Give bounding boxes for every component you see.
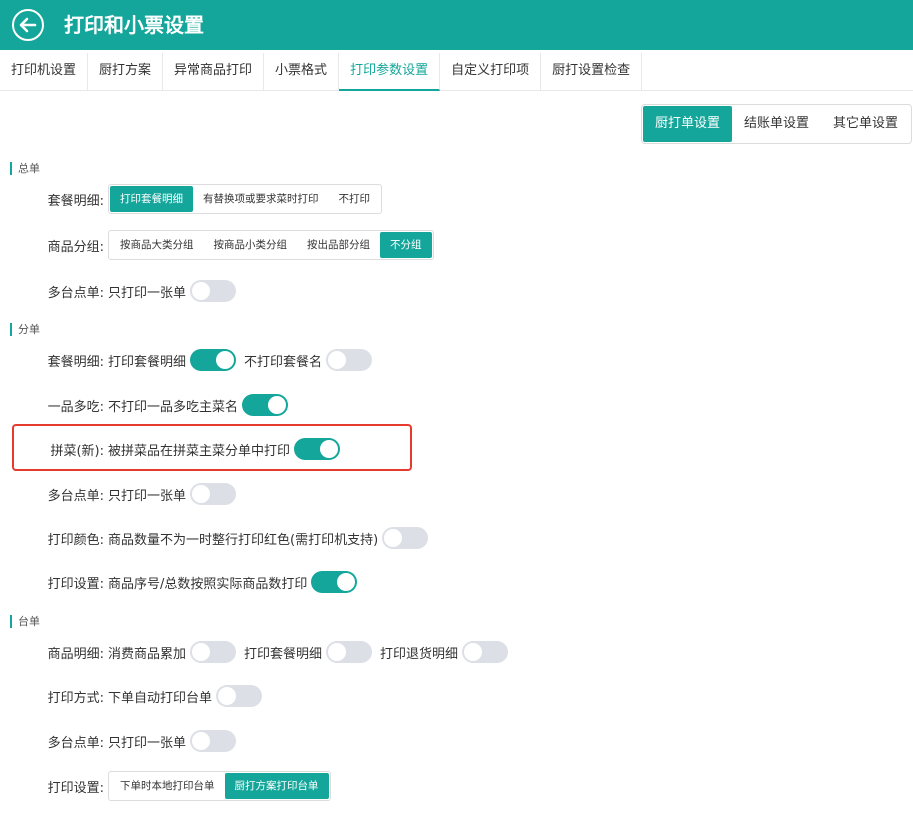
option-text: 被拼菜品在拼菜主菜分单中打印 [108,443,291,459]
subtab-checkout[interactable]: 结账单设置 [732,106,821,142]
row-taidan-print-setting: 打印设置: 下单时本地打印台单 厨打方案打印台单 [0,771,331,801]
row-label: 打印设置: [47,576,104,592]
tab-custom-items[interactable]: 自定义打印项 [440,53,542,91]
print-color-toggle[interactable] [382,527,429,549]
tab-kitchen-check[interactable]: 厨打设置检查 [541,53,643,91]
group-option-minor-category[interactable]: 按商品小类分组 [204,232,298,258]
row-fendan-pincai: 拼菜(新): 被拼菜品在拼菜主菜分单中打印 [0,434,348,464]
group-option-major-category[interactable]: 按商品大类分组 [110,232,204,258]
print-combo-detail-toggle[interactable] [190,349,237,371]
group-option-no-group[interactable]: 不分组 [380,232,432,258]
pincai-toggle[interactable] [294,438,341,460]
print-return-detail-toggle[interactable] [462,641,509,663]
option-text: 不打印一品多吃主菜名 [108,399,239,415]
option-text: 商品数量不为一时整行打印红色(需打印机支持) [108,532,379,548]
row-label: 多台点单: [47,735,104,751]
tab-kitchen-plan[interactable]: 厨打方案 [88,53,164,91]
one-item-multi-toggle[interactable] [242,394,289,416]
sub-tabs: 厨打单设置 结账单设置 其它单设置 [641,104,913,144]
option-text: 商品序号/总数按照实际商品数打印 [108,576,308,592]
option-local-print[interactable]: 下单时本地打印台单 [110,773,225,799]
tab-abnormal-print[interactable]: 异常商品打印 [163,53,265,91]
back-arrow-icon[interactable] [12,9,44,41]
row-label: 套餐明细: [47,354,104,370]
main-tabs: 打印机设置 厨打方案 异常商品打印 小票格式 打印参数设置 自定义打印项 厨打设… [0,53,913,91]
auto-print-toggle[interactable] [216,685,263,707]
multi-table-toggle[interactable] [190,730,237,752]
page-title: 打印和小票设置 [64,13,204,37]
app-header: 打印和小票设置 [0,0,913,50]
row-fendan-print-setting: 打印设置: 商品序号/总数按照实际商品数打印 [0,567,365,597]
row-label: 拼菜(新): [50,443,104,459]
row-label: 打印方式: [47,690,104,706]
actual-count-toggle[interactable] [311,571,358,593]
option-text: 只打印一张单 [108,735,187,751]
group-option-output-dept[interactable]: 按出品部分组 [297,232,380,258]
option-text: 只打印一张单 [108,488,187,504]
row-zongdan-combo-detail: 套餐明细: 打印套餐明细 有替换项或要求菜时打印 不打印 [0,184,382,214]
row-taidan-print-mode: 打印方式: 下单自动打印台单 [0,681,270,711]
row-label: 商品分组: [47,239,104,255]
tab-receipt-format[interactable]: 小票格式 [264,53,340,91]
row-label: 多台点单: [47,285,104,301]
option-text: 打印套餐明细 [244,646,323,662]
print-combo-detail-toggle[interactable] [326,641,373,663]
row-zongdan-multi-table: 多台点单: 只打印一张单 [0,276,244,306]
row-label: 打印颜色: [47,532,104,548]
section-title-zongdan: 总单 [10,162,40,175]
option-text: 下单自动打印台单 [108,690,213,706]
combo-detail-segment: 打印套餐明细 有替换项或要求菜时打印 不打印 [108,184,382,214]
row-zongdan-goods-group: 商品分组: 按商品大类分组 按商品小类分组 按出品部分组 不分组 [0,230,434,260]
row-taidan-multi-table: 多台点单: 只打印一张单 [0,726,244,756]
combo-option-print-on-replace[interactable]: 有替换项或要求菜时打印 [193,186,329,212]
option-text: 消费商品累加 [108,646,187,662]
combo-option-no-print[interactable]: 不打印 [329,186,381,212]
option-text: 打印套餐明细 [108,354,187,370]
subtab-kitchen-order[interactable]: 厨打单设置 [643,106,733,142]
section-title-fendan: 分单 [10,323,40,336]
row-fendan-one-item-multi: 一品多吃: 不打印一品多吃主菜名 [0,390,296,420]
tab-print-params[interactable]: 打印参数设置 [339,53,441,91]
no-print-combo-name-toggle[interactable] [326,349,373,371]
row-label: 多台点单: [47,488,104,504]
row-fendan-combo-detail: 套餐明细: 打印套餐明细 不打印套餐名 [0,345,380,375]
row-label: 打印设置: [47,780,104,796]
tab-printer-settings[interactable]: 打印机设置 [0,53,89,91]
row-label: 套餐明细: [47,193,104,209]
option-text: 只打印一张单 [108,285,187,301]
row-taidan-goods-detail: 商品明细: 消费商品累加 打印套餐明细 打印退货明细 [0,637,516,667]
row-fendan-multi-table: 多台点单: 只打印一张单 [0,479,244,509]
print-setting-segment: 下单时本地打印台单 厨打方案打印台单 [108,771,331,801]
accumulate-goods-toggle[interactable] [190,641,237,663]
subtab-other[interactable]: 其它单设置 [821,106,910,142]
option-kitchen-plan-print[interactable]: 厨打方案打印台单 [224,773,329,799]
option-text: 打印退货明细 [380,646,459,662]
section-title-taidan: 台单 [10,615,40,628]
option-text: 不打印套餐名 [244,354,323,370]
row-label: 一品多吃: [47,399,104,415]
row-label: 商品明细: [47,646,104,662]
goods-group-segment: 按商品大类分组 按商品小类分组 按出品部分组 不分组 [108,230,434,260]
combo-option-print-detail[interactable]: 打印套餐明细 [110,186,193,212]
multi-table-toggle[interactable] [190,280,237,302]
multi-table-toggle[interactable] [190,483,237,505]
row-fendan-print-color: 打印颜色: 商品数量不为一时整行打印红色(需打印机支持) [0,523,436,553]
